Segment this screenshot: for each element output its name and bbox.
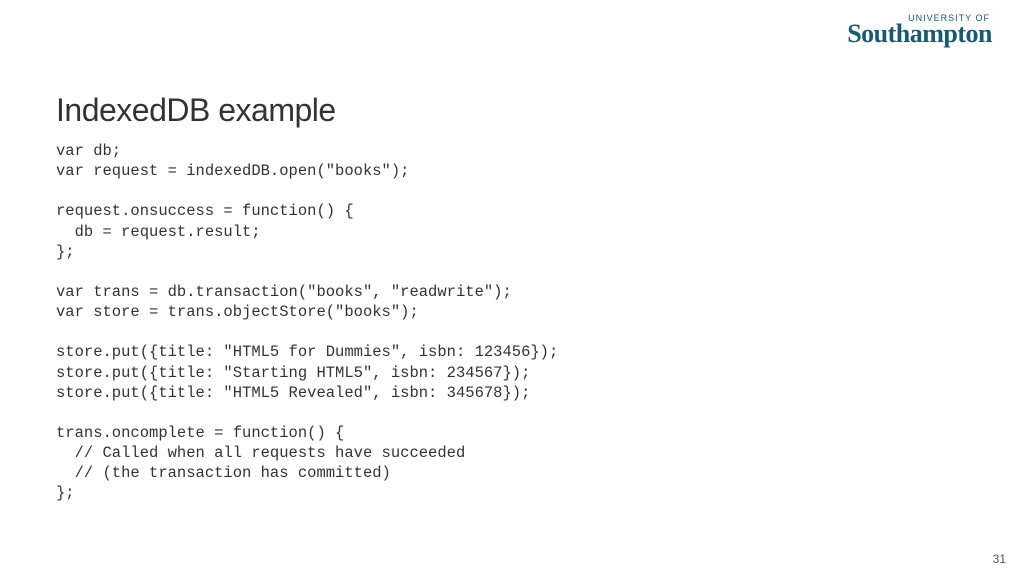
page-number: 31 (993, 552, 1006, 566)
logo-main-text: Southampton (847, 21, 992, 47)
slide-title: IndexedDB example (56, 92, 968, 129)
slide-content: IndexedDB example var db; var request = … (56, 92, 968, 504)
university-logo: UNIVERSITY OF Southampton (847, 14, 992, 47)
code-block: var db; var request = indexedDB.open("bo… (56, 141, 968, 504)
